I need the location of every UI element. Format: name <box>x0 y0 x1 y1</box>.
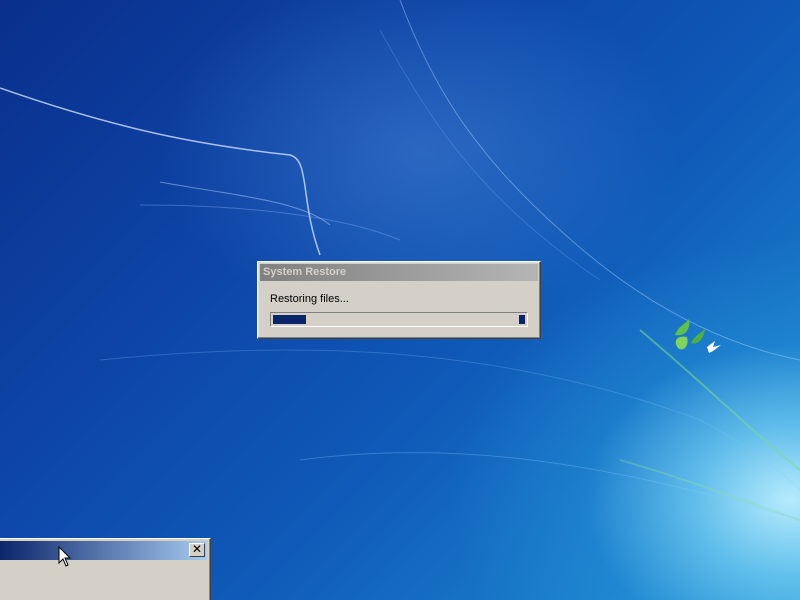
desktop: System Restore Restoring files... ✕ <box>0 0 800 600</box>
windows-flag-logo <box>675 319 721 353</box>
progress-bar <box>270 312 528 327</box>
progress-fill <box>273 315 306 324</box>
dialog-titlebar[interactable]: System Restore <box>260 264 538 281</box>
progress-tail-segment <box>519 315 525 324</box>
status-text: Restoring files... <box>270 293 349 305</box>
mouse-pointer-icon <box>58 546 72 567</box>
close-button[interactable]: ✕ <box>189 543 205 557</box>
system-restore-dialog: System Restore Restoring files... <box>257 261 541 339</box>
secondary-window-titlebar[interactable]: ✕ <box>0 541 207 560</box>
close-icon: ✕ <box>191 542 203 556</box>
secondary-window: ✕ <box>0 538 211 600</box>
